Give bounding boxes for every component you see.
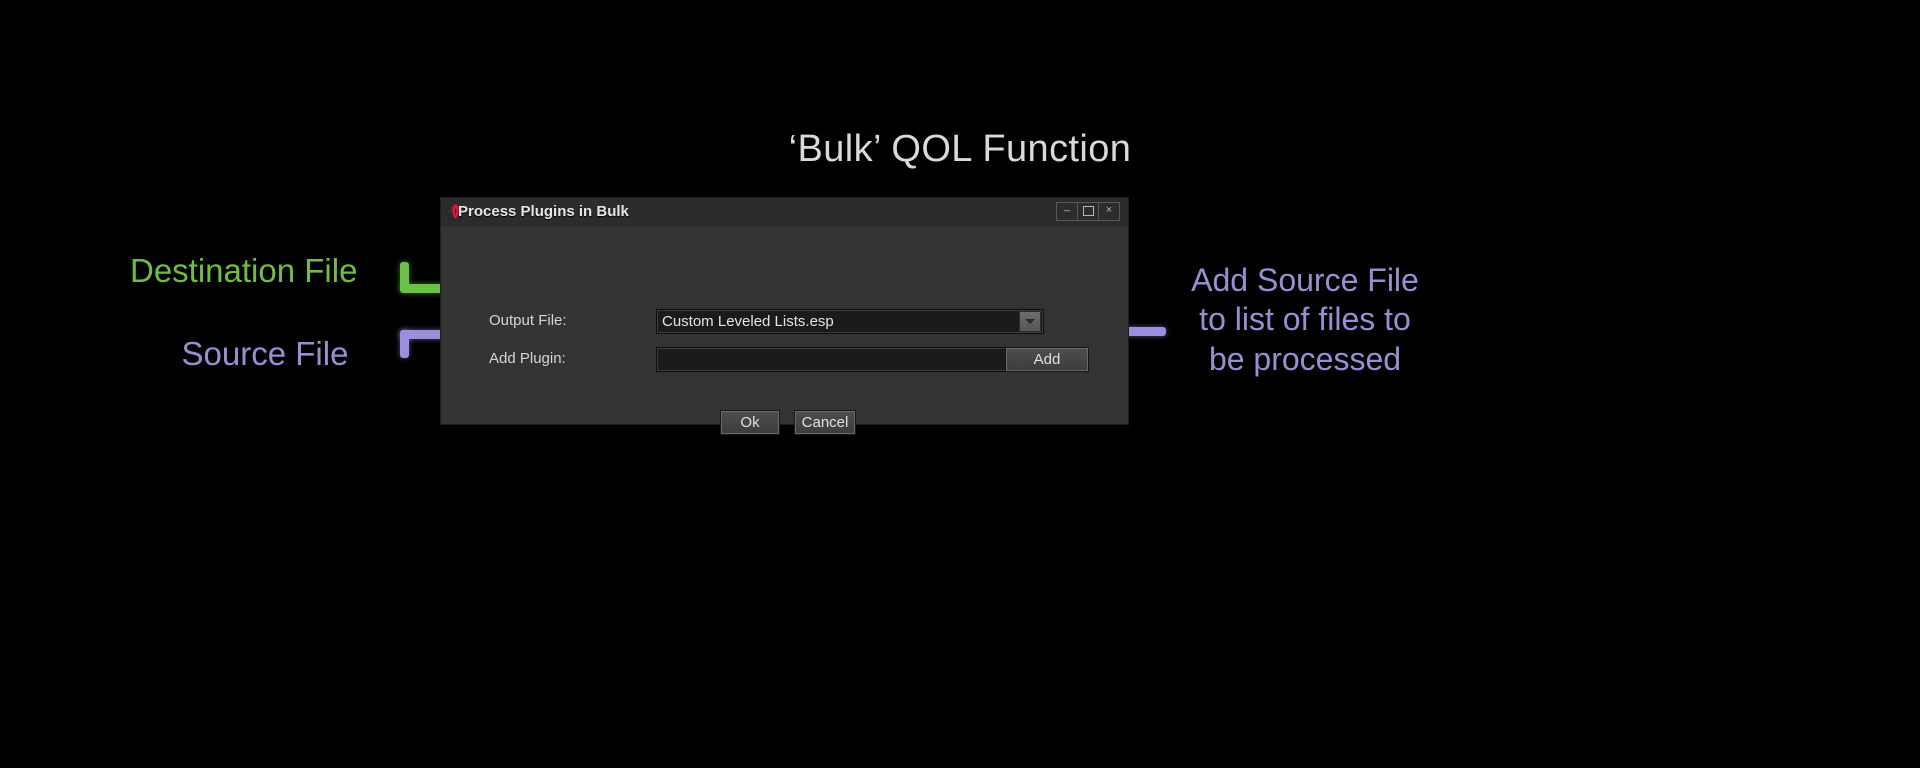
- maximize-icon[interactable]: [1077, 202, 1099, 221]
- process-plugins-dialog: Process Plugins in Bulk _ × Output File:…: [441, 198, 1128, 435]
- annotation-add-source-file: Add Source File to list of files to be pro…: [1160, 261, 1450, 379]
- window-controls: _ ×: [1056, 200, 1120, 221]
- annotation-line-2: to list of files to: [1199, 301, 1411, 338]
- output-file-chevron-down-icon[interactable]: [1019, 311, 1041, 332]
- output-file-label: Output File:: [489, 312, 567, 329]
- annotation-line-1: Add Source File: [1191, 262, 1419, 298]
- chevron-down-glyph: [1025, 319, 1035, 324]
- minimize-glyph: _: [1063, 200, 1071, 212]
- output-file-combobox[interactable]: Custom Leveled Lists.esp: [656, 309, 1044, 334]
- add-plugin-row: Add Plugin:: [489, 347, 1089, 372]
- add-button[interactable]: Add: [1005, 347, 1089, 372]
- add-plugin-label: Add Plugin:: [489, 350, 566, 367]
- dialog-title: Process Plugins in Bulk: [458, 203, 629, 220]
- annotation-source-file: Source File: [181, 335, 349, 372]
- maximize-square: [1082, 206, 1094, 216]
- output-file-value[interactable]: Custom Leveled Lists.esp: [657, 313, 1019, 330]
- close-glyph: ×: [1105, 204, 1113, 216]
- add-plugin-combobox[interactable]: [656, 347, 1044, 372]
- ok-button[interactable]: Ok: [720, 410, 780, 435]
- dialog-title-bar[interactable]: Process Plugins in Bulk _ ×: [441, 198, 1128, 227]
- cancel-button[interactable]: Cancel: [794, 410, 856, 435]
- annotation-destination-file: Destination File: [130, 252, 358, 289]
- annotation-line-3: be processed: [1208, 340, 1402, 377]
- minimize-icon[interactable]: _: [1056, 200, 1078, 221]
- close-icon[interactable]: ×: [1098, 202, 1120, 221]
- page-title: ‘Bulk’ QOL Function: [788, 128, 1132, 170]
- output-file-row: Output File: Custom Leveled Lists.esp: [489, 309, 1089, 334]
- dialog-body: Output File: Custom Leveled Lists.esp Ad…: [441, 227, 1128, 435]
